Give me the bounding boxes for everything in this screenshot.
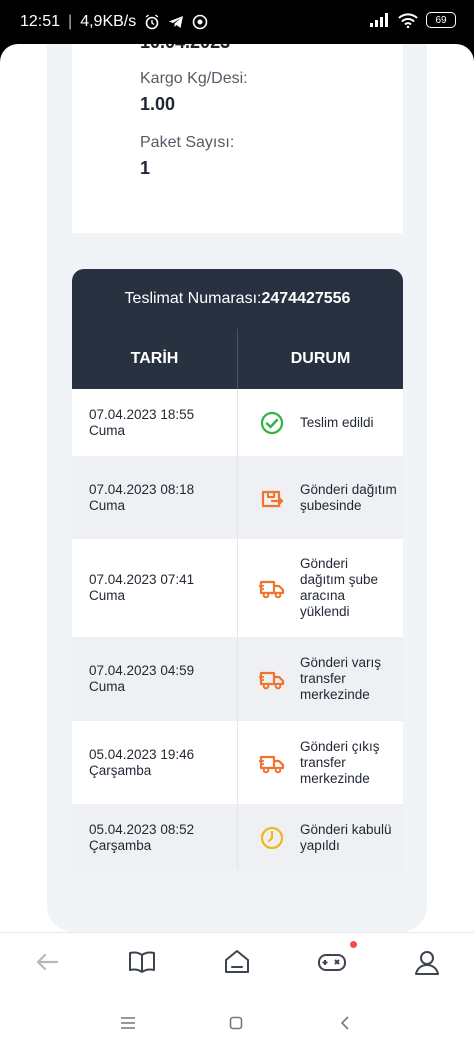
table-row: 07.04.2023 07:41 Cuma Gönderi dağıtım şu… bbox=[72, 539, 403, 637]
telegram-icon bbox=[169, 16, 184, 28]
shipment-info-card: 10.04.2023 Kargo Kg/Desi: 1.00 Paket Say… bbox=[72, 44, 403, 233]
table-row: 05.04.2023 08:52 Çarşamba Gönderi kabulü… bbox=[72, 804, 403, 871]
row-datetime: 07.04.2023 08:18 bbox=[89, 481, 195, 497]
status-bar: 12:51 | 4,9KB/s 69 bbox=[0, 0, 474, 44]
table-row: 07.04.2023 08:18 Cuma Gönderi dağıtım şu… bbox=[72, 456, 403, 539]
signal-icon bbox=[370, 13, 388, 27]
truck-icon bbox=[259, 671, 285, 690]
package-count-label: Paket Sayısı: bbox=[140, 134, 235, 151]
box-transfer-icon bbox=[261, 490, 284, 507]
row-datetime: 07.04.2023 18:55 bbox=[89, 406, 195, 422]
date-value-partial: 10.04.2023 bbox=[140, 44, 230, 53]
column-status: DURUM bbox=[290, 350, 351, 367]
weight-value: 1.00 bbox=[140, 94, 176, 114]
row-status: Gönderi varış transfer merkezinde bbox=[300, 655, 382, 702]
menu-icon[interactable] bbox=[120, 1016, 136, 1030]
column-date: TARİH bbox=[72, 329, 238, 389]
row-datetime: 07.04.2023 07:41 bbox=[89, 572, 195, 587]
row-datetime: 05.04.2023 08:52 bbox=[89, 821, 195, 837]
truck-icon bbox=[259, 580, 285, 599]
home-icon[interactable] bbox=[222, 947, 252, 977]
battery-level: 69 bbox=[435, 14, 447, 26]
weight-label: Kargo Kg/Desi: bbox=[140, 70, 248, 87]
game-controller-icon[interactable] bbox=[317, 947, 347, 977]
alarm-icon bbox=[145, 14, 159, 30]
bottom-navigation bbox=[0, 932, 474, 996]
check-circle-icon bbox=[260, 411, 284, 434]
row-day: Cuma bbox=[89, 497, 126, 513]
delivery-number-value: 2474427556 bbox=[261, 290, 351, 307]
row-datetime: 05.04.2023 19:46 bbox=[89, 746, 195, 762]
row-day: Cuma bbox=[89, 679, 126, 694]
table-row: 07.04.2023 04:59 Cuma Gönderi varış tran… bbox=[72, 637, 403, 721]
row-day: Cuma bbox=[89, 588, 126, 603]
network-speed: 4,9KB/s bbox=[80, 13, 137, 30]
notification-dot bbox=[350, 941, 357, 948]
table-header: TARİH DURUM bbox=[72, 329, 403, 389]
truck-icon bbox=[259, 755, 285, 773]
row-day: Çarşamba bbox=[89, 762, 152, 778]
row-datetime: 07.04.2023 04:59 bbox=[89, 663, 195, 678]
back-arrow-icon[interactable] bbox=[32, 947, 62, 977]
row-status: Gönderi çıkış transfer merkezinde bbox=[300, 738, 380, 786]
wifi-icon bbox=[398, 12, 418, 28]
row-status: Gönderi dağıtım şubesinde bbox=[300, 481, 397, 513]
delivery-number-label: Teslimat Numarası: bbox=[124, 290, 262, 307]
clock-time: 12:51 bbox=[20, 13, 61, 30]
row-day: Cuma bbox=[89, 422, 126, 438]
row-day: Çarşamba bbox=[89, 837, 152, 853]
table-row: 05.04.2023 19:46 Çarşamba Gönderi çıkış … bbox=[72, 721, 403, 804]
battery-icon: 69 bbox=[426, 12, 456, 28]
back-chevron-icon[interactable] bbox=[339, 1016, 351, 1030]
profile-icon[interactable] bbox=[412, 947, 442, 977]
app-screen: 10.04.2023 Kargo Kg/Desi: 1.00 Paket Say… bbox=[0, 44, 474, 932]
row-status: Gönderi dağıtım şube aracına yüklendi bbox=[300, 556, 379, 619]
separator: | bbox=[68, 13, 73, 30]
row-status: Teslim edildi bbox=[300, 414, 374, 430]
table-row: 07.04.2023 18:55 Cuma Teslim edildi bbox=[72, 389, 403, 456]
home-square-icon[interactable] bbox=[229, 1016, 243, 1030]
package-count-value: 1 bbox=[140, 158, 151, 178]
book-icon[interactable] bbox=[127, 947, 157, 977]
delivery-tracking-table: Teslimat Numarası: 2474427556 TARİH DURUM… bbox=[72, 269, 403, 871]
system-navigation bbox=[0, 996, 474, 1053]
chrome-icon bbox=[192, 14, 208, 30]
delivery-number-header: Teslimat Numarası: 2474427556 bbox=[72, 269, 403, 329]
row-status: Gönderi kabulü yapıldı bbox=[300, 821, 392, 853]
clock-icon bbox=[260, 826, 284, 849]
